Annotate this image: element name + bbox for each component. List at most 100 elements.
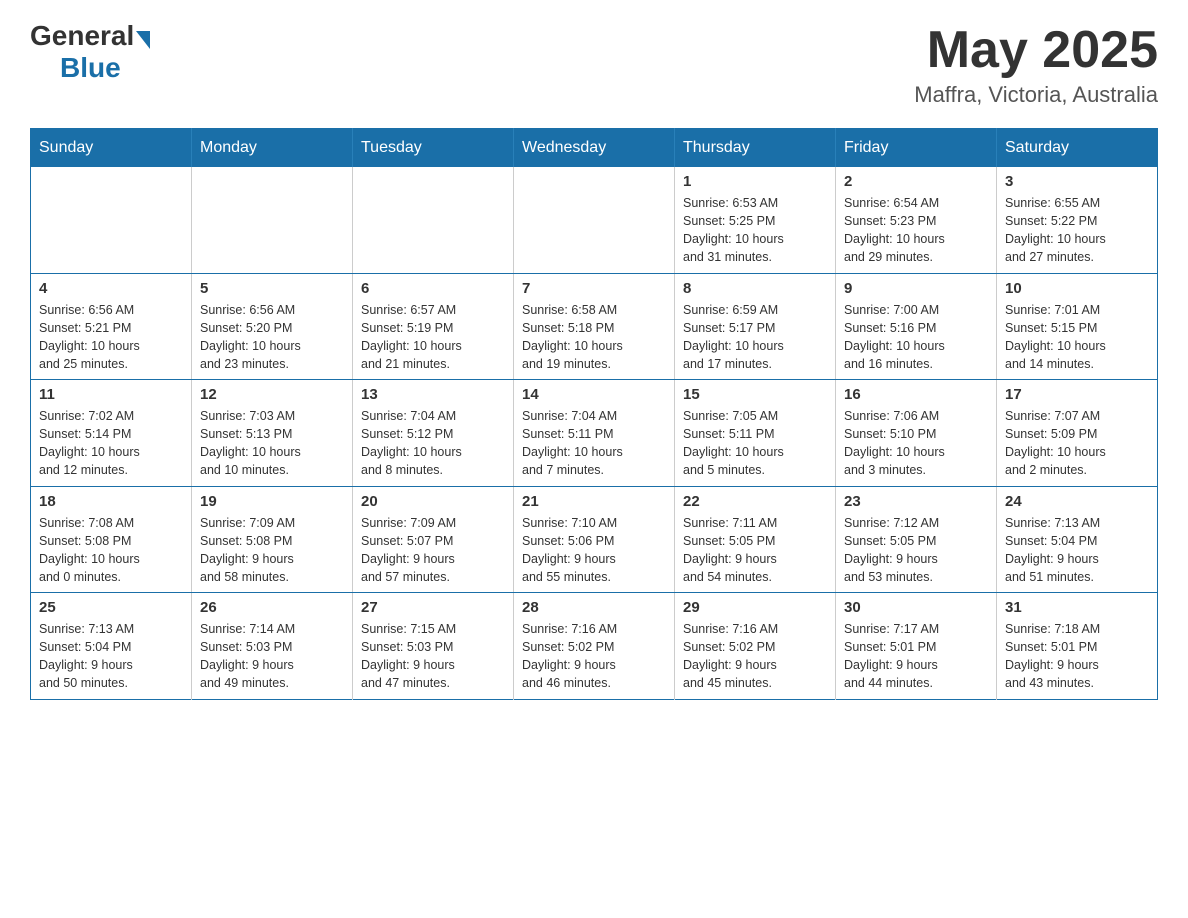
day-number: 15: [683, 386, 827, 403]
calendar-cell: 31 Sunrise: 7:18 AM Sunset: 5:01 PM Dayli…: [997, 593, 1158, 700]
day-number: 30: [844, 599, 988, 616]
logo-general-text: General: [30, 20, 134, 52]
day-number: 24: [1005, 493, 1149, 510]
day-number: 17: [1005, 386, 1149, 403]
day-info: Sunrise: 7:10 AM Sunset: 5:06 PM Dayligh…: [522, 514, 666, 587]
calendar-cell: 14 Sunrise: 7:04 AM Sunset: 5:11 PM Dayli…: [514, 380, 675, 487]
day-info: Sunrise: 7:04 AM Sunset: 5:11 PM Dayligh…: [522, 407, 666, 480]
day-info: Sunrise: 7:07 AM Sunset: 5:09 PM Dayligh…: [1005, 407, 1149, 480]
day-number: 31: [1005, 599, 1149, 616]
calendar-cell: 11 Sunrise: 7:02 AM Sunset: 5:14 PM Dayli…: [31, 380, 192, 487]
header-monday: Monday: [192, 129, 353, 168]
day-info: Sunrise: 6:58 AM Sunset: 5:18 PM Dayligh…: [522, 301, 666, 374]
day-info: Sunrise: 7:11 AM Sunset: 5:05 PM Dayligh…: [683, 514, 827, 587]
day-number: 4: [39, 280, 183, 297]
day-info: Sunrise: 7:16 AM Sunset: 5:02 PM Dayligh…: [683, 620, 827, 693]
day-info: Sunrise: 7:08 AM Sunset: 5:08 PM Dayligh…: [39, 514, 183, 587]
day-number: 10: [1005, 280, 1149, 297]
day-number: 3: [1005, 173, 1149, 190]
calendar-cell: 27Sunrise: 7:15 AM Sunset: 5:03 PM Dayli…: [353, 593, 514, 700]
day-number: 14: [522, 386, 666, 403]
location-subtitle: Maffra, Victoria, Australia: [914, 82, 1158, 108]
header-tuesday: Tuesday: [353, 129, 514, 168]
day-info: Sunrise: 6:56 AM Sunset: 5:21 PM Dayligh…: [39, 301, 183, 374]
day-info: Sunrise: 7:02 AM Sunset: 5:14 PM Dayligh…: [39, 407, 183, 480]
day-info: Sunrise: 7:09 AM Sunset: 5:08 PM Dayligh…: [200, 514, 344, 587]
day-number: 8: [683, 280, 827, 297]
calendar-cell: 2Sunrise: 6:54 AM Sunset: 5:23 PM Daylig…: [836, 167, 997, 273]
calendar-cell: 5 Sunrise: 6:56 AM Sunset: 5:20 PM Daylig…: [192, 273, 353, 380]
calendar-header-row: SundayMondayTuesdayWednesdayThursdayFrid…: [31, 129, 1158, 168]
page-header: General Blue May 2025 Maffra, Victoria, …: [30, 20, 1158, 108]
logo-blue-text: Blue: [60, 52, 121, 84]
day-info: Sunrise: 7:00 AM Sunset: 5:16 PM Dayligh…: [844, 301, 988, 374]
calendar-cell: [31, 167, 192, 273]
calendar-cell: [353, 167, 514, 273]
day-info: Sunrise: 6:56 AM Sunset: 5:20 PM Dayligh…: [200, 301, 344, 374]
calendar-cell: 6 Sunrise: 6:57 AM Sunset: 5:19 PM Daylig…: [353, 273, 514, 380]
day-number: 1: [683, 173, 827, 190]
calendar-cell: [192, 167, 353, 273]
day-info: Sunrise: 7:09 AM Sunset: 5:07 PM Dayligh…: [361, 514, 505, 587]
calendar-cell: 28 Sunrise: 7:16 AM Sunset: 5:02 PM Dayli…: [514, 593, 675, 700]
day-number: 13: [361, 386, 505, 403]
calendar-cell: 13 Sunrise: 7:04 AM Sunset: 5:12 PM Dayli…: [353, 380, 514, 487]
day-number: 12: [200, 386, 344, 403]
calendar-cell: 26 Sunrise: 7:14 AM Sunset: 5:03 PM Dayli…: [192, 593, 353, 700]
calendar-cell: 15Sunrise: 7:05 AM Sunset: 5:11 PM Dayli…: [675, 380, 836, 487]
day-info: Sunrise: 7:14 AM Sunset: 5:03 PM Dayligh…: [200, 620, 344, 693]
day-number: 9: [844, 280, 988, 297]
calendar-cell: 10Sunrise: 7:01 AM Sunset: 5:15 PM Dayli…: [997, 273, 1158, 380]
calendar-table: SundayMondayTuesdayWednesdayThursdayFrid…: [30, 128, 1158, 700]
calendar-cell: 3 Sunrise: 6:55 AM Sunset: 5:22 PM Daylig…: [997, 167, 1158, 273]
week-row-4: 18 Sunrise: 7:08 AM Sunset: 5:08 PM Dayli…: [31, 486, 1158, 593]
month-year-title: May 2025: [914, 20, 1158, 80]
day-info: Sunrise: 7:13 AM Sunset: 5:04 PM Dayligh…: [1005, 514, 1149, 587]
calendar-cell: 18 Sunrise: 7:08 AM Sunset: 5:08 PM Dayli…: [31, 486, 192, 593]
week-row-5: 25Sunrise: 7:13 AM Sunset: 5:04 PM Dayli…: [31, 593, 1158, 700]
logo: General Blue: [30, 20, 150, 84]
calendar-cell: [514, 167, 675, 273]
day-info: Sunrise: 6:53 AM Sunset: 5:25 PM Dayligh…: [683, 194, 827, 267]
day-number: 29: [683, 599, 827, 616]
calendar-cell: 12 Sunrise: 7:03 AM Sunset: 5:13 PM Dayli…: [192, 380, 353, 487]
day-number: 16: [844, 386, 988, 403]
day-info: Sunrise: 7:15 AM Sunset: 5:03 PM Dayligh…: [361, 620, 505, 693]
day-number: 28: [522, 599, 666, 616]
header-friday: Friday: [836, 129, 997, 168]
day-number: 6: [361, 280, 505, 297]
logo-arrow-icon: [136, 31, 150, 49]
calendar-cell: 4 Sunrise: 6:56 AM Sunset: 5:21 PM Daylig…: [31, 273, 192, 380]
calendar-cell: 7 Sunrise: 6:58 AM Sunset: 5:18 PM Daylig…: [514, 273, 675, 380]
day-info: Sunrise: 7:13 AM Sunset: 5:04 PM Dayligh…: [39, 620, 183, 693]
day-number: 18: [39, 493, 183, 510]
day-info: Sunrise: 6:55 AM Sunset: 5:22 PM Dayligh…: [1005, 194, 1149, 267]
calendar-cell: 29 Sunrise: 7:16 AM Sunset: 5:02 PM Dayli…: [675, 593, 836, 700]
calendar-cell: 30 Sunrise: 7:17 AM Sunset: 5:01 PM Dayli…: [836, 593, 997, 700]
week-row-1: 1 Sunrise: 6:53 AM Sunset: 5:25 PM Daylig…: [31, 167, 1158, 273]
day-number: 5: [200, 280, 344, 297]
day-info: Sunrise: 7:06 AM Sunset: 5:10 PM Dayligh…: [844, 407, 988, 480]
day-info: Sunrise: 7:16 AM Sunset: 5:02 PM Dayligh…: [522, 620, 666, 693]
day-info: Sunrise: 7:03 AM Sunset: 5:13 PM Dayligh…: [200, 407, 344, 480]
day-number: 26: [200, 599, 344, 616]
week-row-2: 4 Sunrise: 6:56 AM Sunset: 5:21 PM Daylig…: [31, 273, 1158, 380]
calendar-cell: 23Sunrise: 7:12 AM Sunset: 5:05 PM Dayli…: [836, 486, 997, 593]
calendar-cell: 19 Sunrise: 7:09 AM Sunset: 5:08 PM Dayli…: [192, 486, 353, 593]
week-row-3: 11 Sunrise: 7:02 AM Sunset: 5:14 PM Dayli…: [31, 380, 1158, 487]
day-number: 11: [39, 386, 183, 403]
calendar-cell: 24 Sunrise: 7:13 AM Sunset: 5:04 PM Dayli…: [997, 486, 1158, 593]
calendar-cell: 17 Sunrise: 7:07 AM Sunset: 5:09 PM Dayli…: [997, 380, 1158, 487]
day-info: Sunrise: 7:18 AM Sunset: 5:01 PM Dayligh…: [1005, 620, 1149, 693]
day-number: 19: [200, 493, 344, 510]
day-info: Sunrise: 6:59 AM Sunset: 5:17 PM Dayligh…: [683, 301, 827, 374]
header-saturday: Saturday: [997, 129, 1158, 168]
calendar-cell: 22Sunrise: 7:11 AM Sunset: 5:05 PM Dayli…: [675, 486, 836, 593]
day-info: Sunrise: 7:04 AM Sunset: 5:12 PM Dayligh…: [361, 407, 505, 480]
day-number: 7: [522, 280, 666, 297]
day-info: Sunrise: 7:17 AM Sunset: 5:01 PM Dayligh…: [844, 620, 988, 693]
day-info: Sunrise: 6:57 AM Sunset: 5:19 PM Dayligh…: [361, 301, 505, 374]
calendar-cell: 9 Sunrise: 7:00 AM Sunset: 5:16 PM Daylig…: [836, 273, 997, 380]
header-sunday: Sunday: [31, 129, 192, 168]
calendar-cell: 1 Sunrise: 6:53 AM Sunset: 5:25 PM Daylig…: [675, 167, 836, 273]
